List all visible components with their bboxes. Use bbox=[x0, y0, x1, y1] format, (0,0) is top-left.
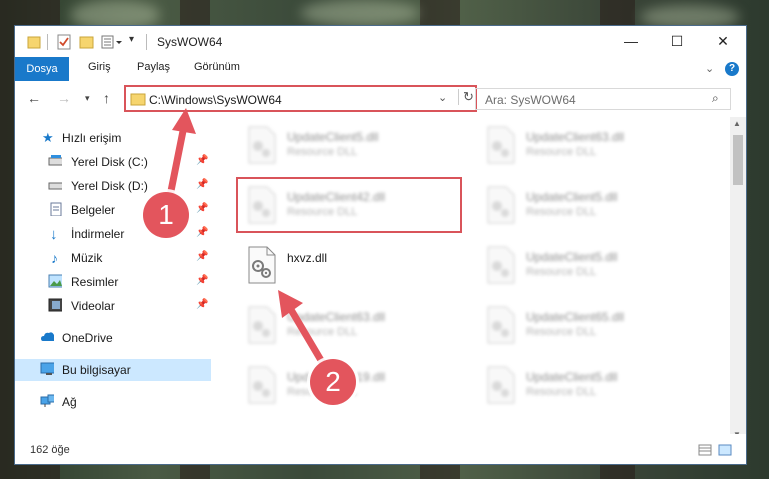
step-2-badge: 2 bbox=[310, 359, 356, 405]
arrow-2 bbox=[278, 290, 326, 366]
annotation-arrows bbox=[166, 108, 326, 366]
arrow-1 bbox=[166, 108, 196, 200]
step-1-badge: 1 bbox=[143, 192, 189, 238]
